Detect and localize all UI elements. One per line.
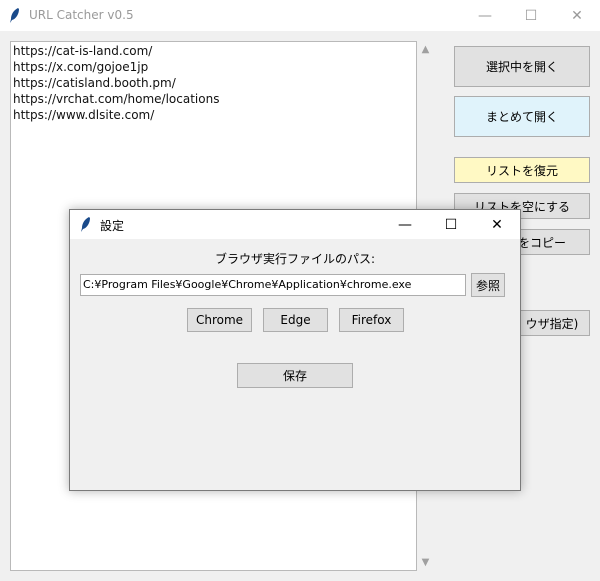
main-titlebar: URL Catcher v0.5 — ☐ ✕ (0, 0, 600, 31)
restore-list-button[interactable]: リストを復元 (454, 157, 590, 183)
scroll-up-icon[interactable]: ▲ (417, 41, 434, 58)
browser-path-input[interactable]: C:¥Program Files¥Google¥Chrome¥Applicati… (80, 274, 466, 296)
feather-icon (81, 217, 90, 232)
settings-dialog: 設定 — ☐ ✕ ブラウザ実行ファイルのパス: C:¥Program Files… (69, 209, 521, 491)
browser-path-label: ブラウザ実行ファイルのパス: (214, 252, 376, 266)
list-item[interactable]: https://x.com/gojoe1jp (13, 59, 414, 75)
maximize-button[interactable]: ☐ (508, 0, 554, 31)
list-item[interactable]: https://www.dlsite.com/ (13, 107, 414, 123)
open-selected-button[interactable]: 選択中を開く (454, 46, 590, 87)
minimize-button[interactable]: — (462, 0, 508, 31)
open-all-button[interactable]: まとめて開く (454, 96, 590, 137)
scroll-down-icon[interactable]: ▼ (417, 554, 434, 571)
feather-icon (10, 8, 19, 23)
window-title: URL Catcher v0.5 (29, 8, 134, 22)
firefox-button[interactable]: Firefox (339, 308, 404, 332)
chrome-button[interactable]: Chrome (187, 308, 252, 332)
dialog-titlebar: 設定 — ☐ ✕ (70, 210, 520, 239)
dialog-maximize-button[interactable]: ☐ (428, 210, 474, 239)
list-item[interactable]: https://vrchat.com/home/locations (13, 91, 414, 107)
browse-button[interactable]: 参照 (471, 273, 505, 297)
dialog-title: 設定 (100, 219, 125, 233)
save-button[interactable]: 保存 (237, 363, 353, 388)
edge-button[interactable]: Edge (263, 308, 328, 332)
list-item[interactable]: https://cat-is-land.com/ (13, 43, 414, 59)
list-item[interactable]: https://catisland.booth.pm/ (13, 75, 414, 91)
dialog-minimize-button[interactable]: — (382, 210, 428, 239)
close-button[interactable]: ✕ (554, 0, 600, 31)
dialog-close-button[interactable]: ✕ (474, 210, 520, 239)
